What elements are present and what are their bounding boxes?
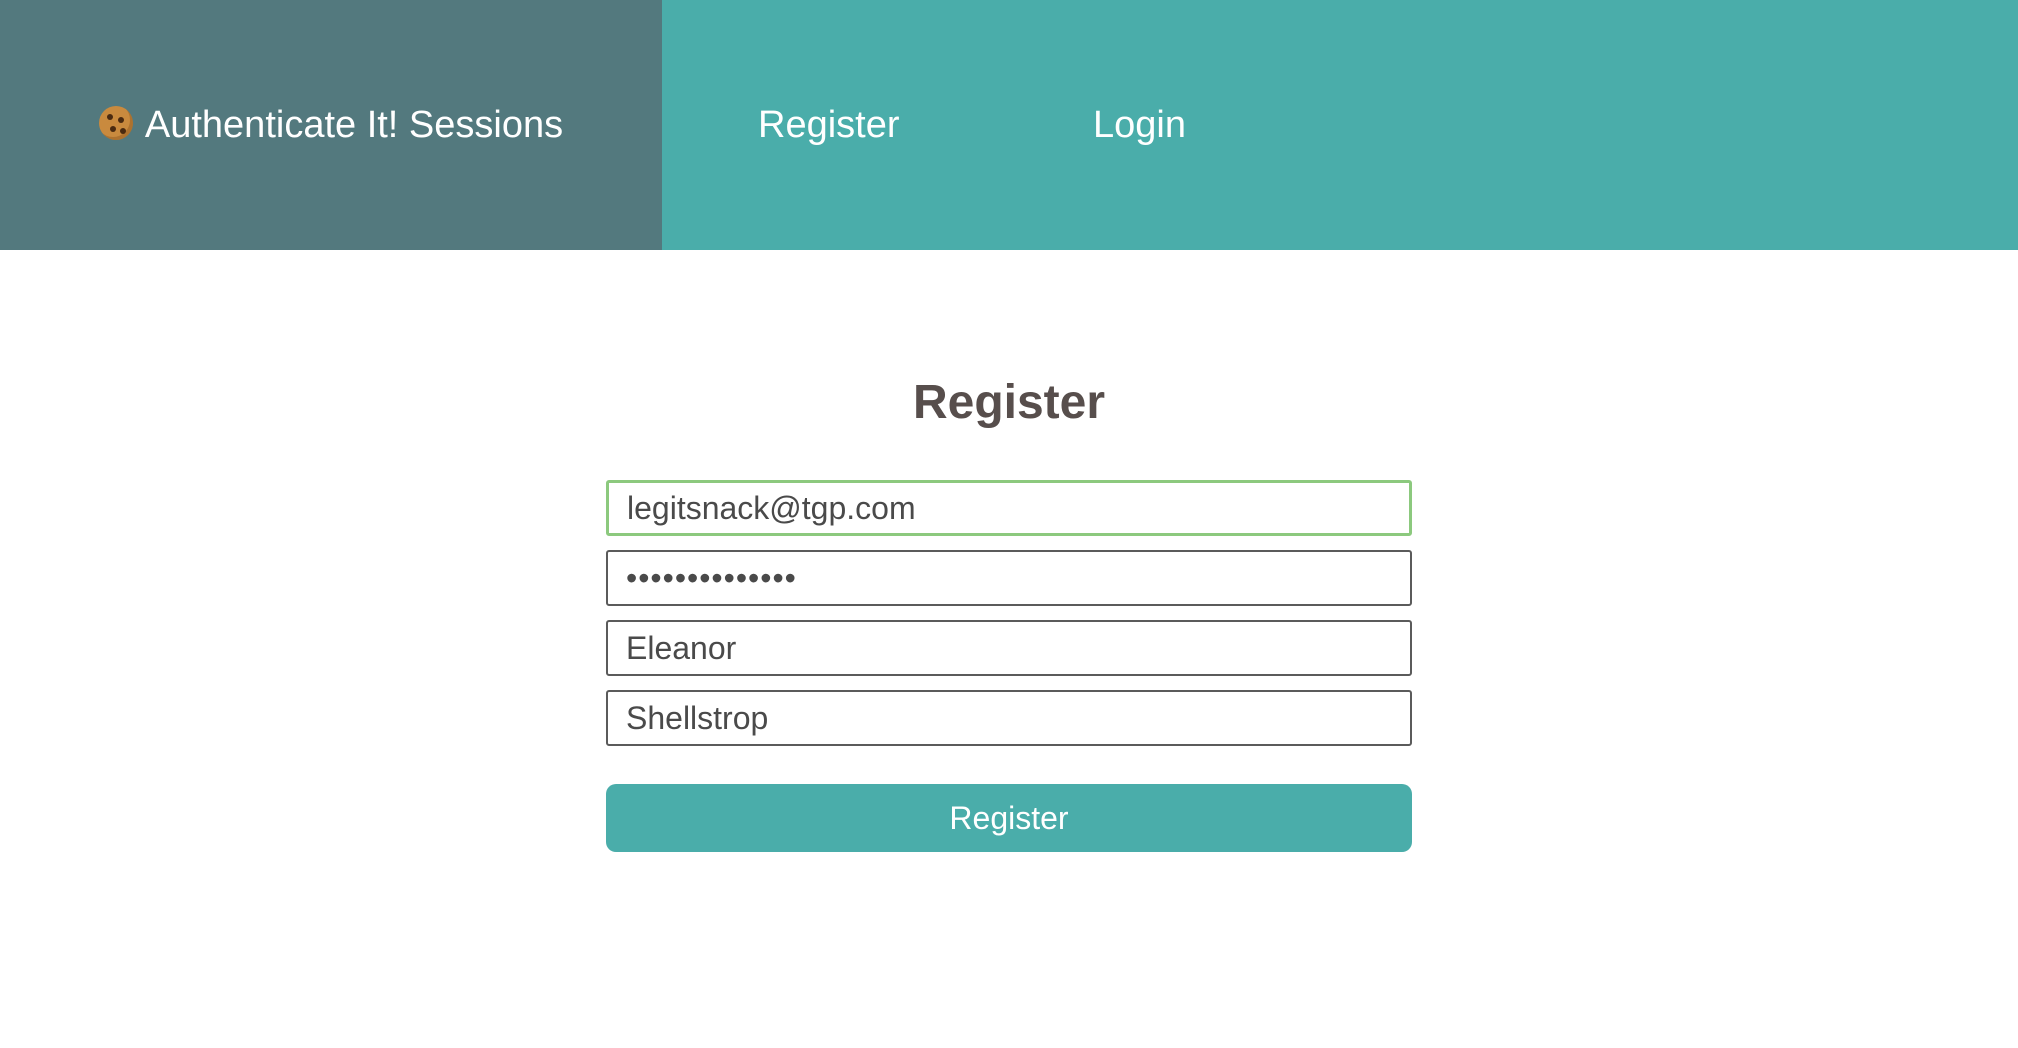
brand-link[interactable]: Authenticate It! Sessions: [0, 0, 662, 250]
cookie-icon: [98, 106, 133, 140]
nav-login-link[interactable]: Login: [1093, 0, 1186, 250]
top-navbar: Authenticate It! Sessions Register Login: [0, 0, 2018, 250]
page-title: Register: [912, 376, 1106, 429]
last-name-field[interactable]: [606, 690, 1412, 746]
first-name-field[interactable]: [606, 620, 1412, 676]
password-field[interactable]: [606, 550, 1412, 606]
email-field[interactable]: [606, 480, 1412, 536]
brand-label: Authenticate It! Sessions: [144, 103, 564, 146]
register-submit-button[interactable]: Register: [606, 784, 1412, 852]
nav-register-link[interactable]: Register: [758, 0, 900, 250]
